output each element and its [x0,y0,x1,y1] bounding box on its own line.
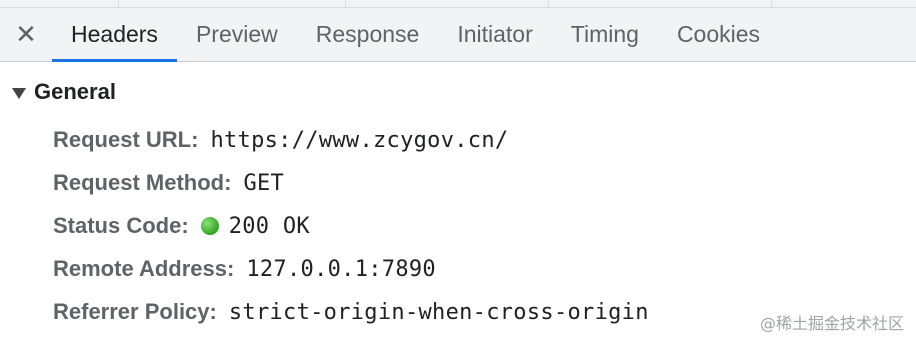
header-key: Referrer Policy: [53,299,217,324]
devtools-tab-bar: ✕ Headers Preview Response Initiator Tim… [0,8,916,62]
collapse-triangle-icon[interactable] [12,87,26,99]
strip-divider [771,0,772,8]
general-section-header[interactable]: General [12,79,116,105]
header-value: 127.0.0.1:7890 [246,256,436,282]
header-row-request-url: Request URL: https://www.zcygov.cn/ [53,125,508,155]
header-key: Status Code: [53,213,189,238]
header-value: GET [243,170,285,196]
header-row-referrer-policy: Referrer Policy: strict-origin-when-cros… [53,297,649,327]
watermark: @稀土掘金技术社区 [759,314,904,333]
header-key: Request URL: [53,127,199,152]
tab-cookies[interactable]: Cookies [658,8,779,61]
header-key: Remote Address: [53,256,235,281]
close-icon[interactable]: ✕ [0,8,52,61]
header-value: strict-origin-when-cross-origin [228,299,649,325]
status-ok-icon [200,217,219,235]
tab-timing[interactable]: Timing [552,8,658,61]
header-value: https://www.zcygov.cn/ [210,127,509,153]
strip-divider [548,0,549,8]
header-key: Request Method: [53,170,232,195]
strip-divider [345,0,346,8]
tab-headers[interactable]: Headers [52,8,177,62]
section-title: General [34,79,116,104]
tab-preview[interactable]: Preview [177,8,297,61]
headers-panel: General Request URL: https://www.zcygov.… [0,63,916,344]
header-value: 200 OK [228,213,310,239]
header-row-request-method: Request Method: GET [53,168,284,198]
strip-divider [118,0,119,8]
header-row-remote-address: Remote Address: 127.0.0.1:7890 [53,254,436,284]
top-strip [0,0,916,8]
tab-initiator[interactable]: Initiator [438,8,551,61]
header-row-status-code: Status Code: 200 OK [53,211,310,241]
tab-response[interactable]: Response [297,8,439,61]
